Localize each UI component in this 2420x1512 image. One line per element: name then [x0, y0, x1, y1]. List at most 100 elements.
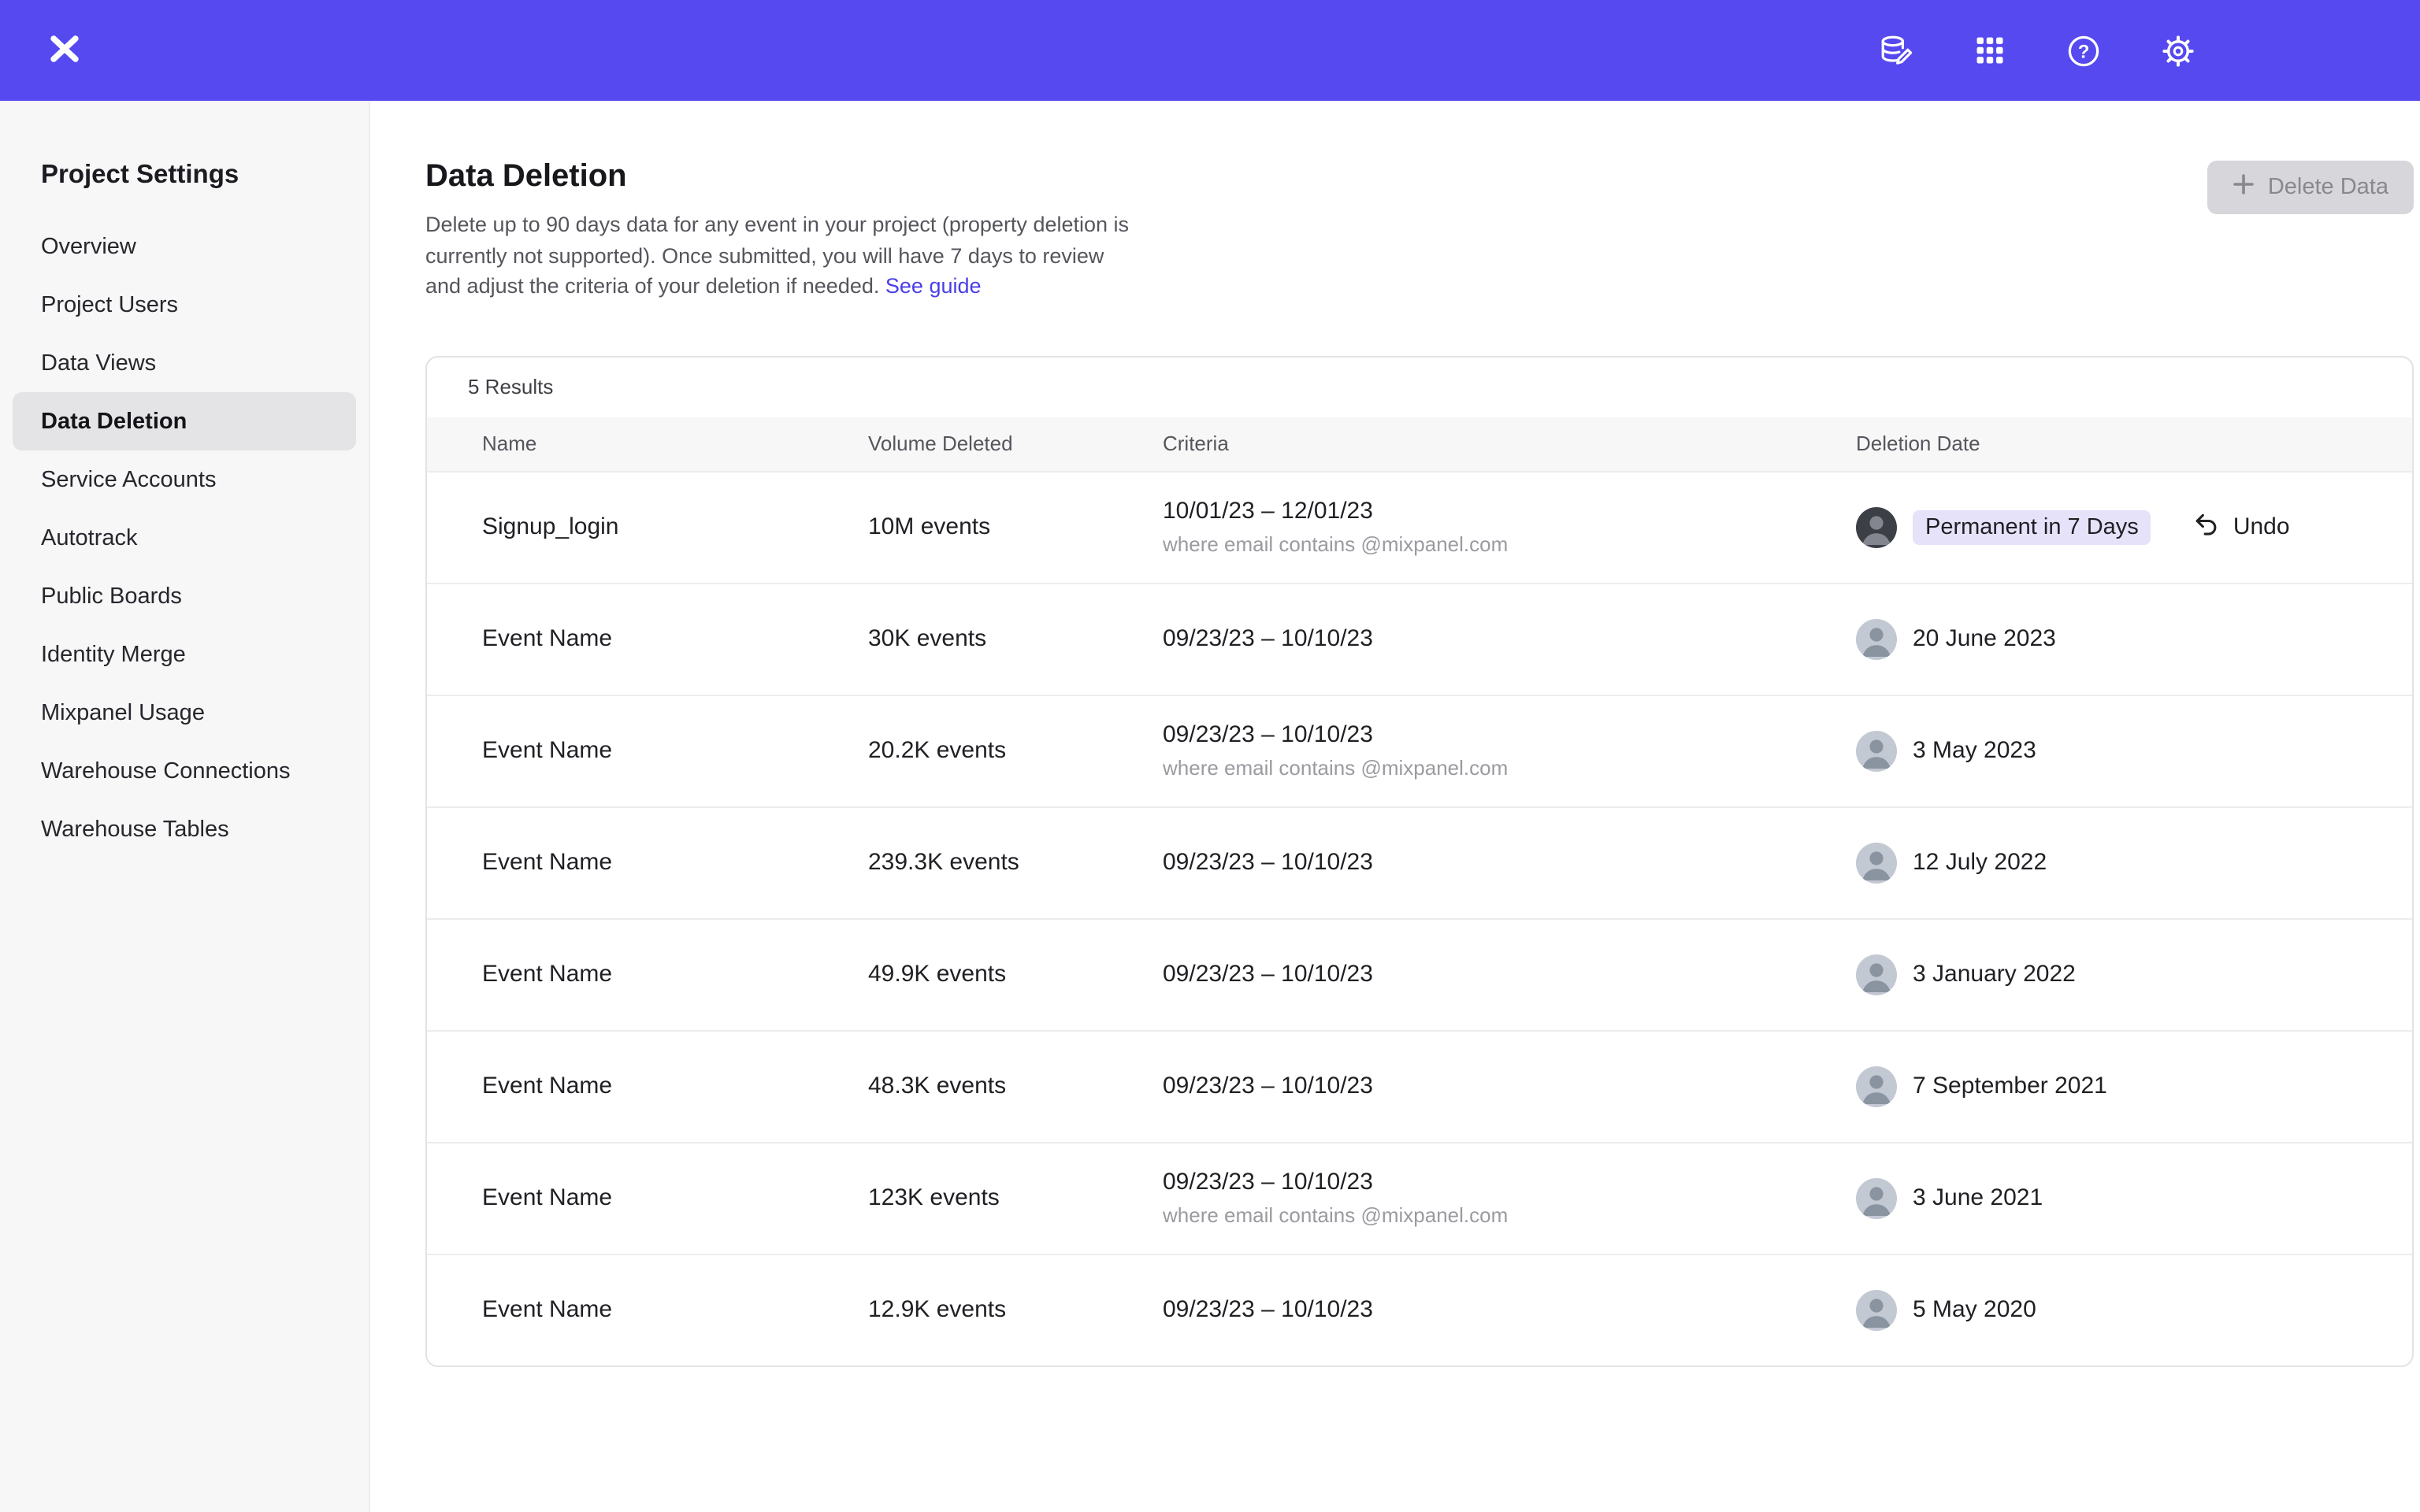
avatar	[1856, 1289, 1897, 1330]
row-criteria-filter: where email contains @mixpanel.com	[1163, 1203, 1856, 1227]
row-deletion-date: 20 June 2023	[1913, 625, 2056, 652]
delete-data-button-label: Delete Data	[2268, 175, 2388, 200]
row-deletion-date-cell: 7 September 2021	[1856, 1065, 2381, 1106]
row-criteria: 09/23/23 – 10/10/23	[1163, 961, 1856, 988]
row-deletion-date: 3 January 2022	[1913, 961, 2076, 988]
row-criteria-cell: 09/23/23 – 10/10/23	[1163, 625, 1856, 652]
row-volume: 239.3K events	[868, 849, 1163, 876]
sidebar-item-overview[interactable]: Overview	[0, 217, 369, 276]
sidebar-item-warehouse-tables[interactable]: Warehouse Tables	[0, 800, 369, 858]
row-criteria-cell: 09/23/23 – 10/10/23	[1163, 1073, 1856, 1099]
row-deletion-date-cell: 20 June 2023	[1856, 618, 2381, 659]
row-deletion-date: 3 June 2021	[1913, 1184, 2043, 1211]
row-name: Event Name	[482, 1073, 868, 1099]
plus-icon	[2233, 173, 2255, 202]
row-criteria-filter: where email contains @mixpanel.com	[1163, 532, 1856, 556]
apps-grid-icon[interactable]	[1973, 33, 2007, 68]
row-deletion-date-cell: Permanent in 7 Days Undo	[1856, 506, 2381, 547]
row-volume: 123K events	[868, 1184, 1163, 1211]
row-deletion-date: 7 September 2021	[1913, 1073, 2107, 1099]
row-deletion-date: 5 May 2020	[1913, 1296, 2036, 1323]
row-name: Event Name	[482, 849, 868, 876]
row-name: Event Name	[482, 625, 868, 652]
table-row: Event Name 239.3K events 09/23/23 – 10/1…	[427, 806, 2412, 917]
sidebar-item-project-users[interactable]: Project Users	[0, 276, 369, 334]
sidebar-item-autotrack[interactable]: Autotrack	[0, 509, 369, 567]
row-deletion-date: 3 May 2023	[1913, 737, 2036, 764]
row-deletion-date-cell: 12 July 2022	[1856, 842, 2381, 883]
table-row: Signup_login 10M events 10/01/23 – 12/01…	[427, 470, 2412, 582]
sidebar-item-service-accounts[interactable]: Service Accounts	[0, 450, 369, 509]
topbar-icons: ?	[1876, 32, 2196, 69]
page-title: Data Deletion	[425, 159, 1134, 195]
row-volume: 30K events	[868, 625, 1163, 652]
column-header-criteria: Criteria	[1163, 432, 1856, 455]
table-row: Event Name 49.9K events 09/23/23 – 10/10…	[427, 917, 2412, 1029]
row-criteria-cell: 09/23/23 – 10/10/23 where email contains…	[1163, 721, 1856, 780]
help-icon[interactable]: ?	[2066, 32, 2102, 69]
sidebar-item-data-views[interactable]: Data Views	[0, 334, 369, 392]
row-volume: 48.3K events	[868, 1073, 1163, 1099]
sidebar-item-public-boards[interactable]: Public Boards	[0, 567, 369, 625]
page-description: Delete up to 90 days data for any event …	[425, 209, 1134, 302]
see-guide-link[interactable]: See guide	[885, 274, 982, 298]
row-criteria: 09/23/23 – 10/10/23	[1163, 1073, 1856, 1099]
mixpanel-logo-icon	[44, 29, 85, 72]
row-name: Event Name	[482, 1184, 868, 1211]
row-criteria-cell: 09/23/23 – 10/10/23	[1163, 849, 1856, 876]
avatar	[1856, 842, 1897, 883]
row-deletion-date-cell: 3 January 2022	[1856, 954, 2381, 995]
column-header-name: Name	[482, 432, 868, 455]
row-deletion-date-cell: 5 May 2020	[1856, 1289, 2381, 1330]
row-criteria: 09/23/23 – 10/10/23	[1163, 1169, 1856, 1195]
svg-text:?: ?	[2078, 40, 2090, 61]
avatar	[1856, 954, 1897, 995]
row-criteria: 09/23/23 – 10/10/23	[1163, 849, 1856, 876]
table-row: Event Name 30K events 09/23/23 – 10/10/2…	[427, 582, 2412, 694]
delete-data-button[interactable]: Delete Data	[2208, 161, 2414, 214]
row-volume: 10M events	[868, 513, 1163, 540]
sidebar-nav: Overview Project Users Data Views Data D…	[0, 217, 369, 858]
row-deletion-date: 12 July 2022	[1913, 849, 2047, 876]
sidebar-title: Project Settings	[41, 161, 369, 191]
undo-button[interactable]: Undo	[2192, 510, 2290, 544]
row-criteria: 09/23/23 – 10/10/23	[1163, 625, 1856, 652]
row-criteria-cell: 09/23/23 – 10/10/23	[1163, 1296, 1856, 1323]
sidebar-item-data-deletion[interactable]: Data Deletion	[13, 392, 356, 450]
app-window: ?	[0, 0, 2420, 1512]
undo-label: Undo	[2233, 513, 2290, 540]
settings-icon[interactable]	[2160, 32, 2196, 69]
deletion-table-card: 5 Results Name Volume Deleted Criteria D…	[425, 355, 2414, 1366]
avatar	[1856, 1065, 1897, 1106]
row-deletion-date-cell: 3 May 2023	[1856, 730, 2381, 771]
deletion-status-badge: Permanent in 7 Days	[1913, 510, 2151, 544]
page-description-text: Delete up to 90 days data for any event …	[425, 213, 1129, 298]
row-criteria-filter: where email contains @mixpanel.com	[1163, 756, 1856, 780]
main-content: Data Deletion Delete up to 90 days data …	[370, 101, 2420, 1512]
undo-icon	[2192, 510, 2221, 544]
sidebar-item-identity-merge[interactable]: Identity Merge	[0, 625, 369, 684]
page-intro: Data Deletion Delete up to 90 days data …	[425, 159, 1134, 302]
table-header-row: Name Volume Deleted Criteria Deletion Da…	[427, 417, 2412, 470]
topbar: ?	[0, 0, 2420, 101]
table-row: Event Name 48.3K events 09/23/23 – 10/10…	[427, 1029, 2412, 1141]
avatar	[1856, 1177, 1897, 1218]
results-count: 5 Results	[427, 357, 2412, 417]
avatar	[1856, 730, 1897, 771]
avatar	[1856, 618, 1897, 659]
row-criteria-cell: 09/23/23 – 10/10/23 where email contains…	[1163, 1169, 1856, 1227]
column-header-volume: Volume Deleted	[868, 432, 1163, 455]
mixpanel-logo[interactable]	[44, 29, 85, 72]
row-deletion-date-cell: 3 June 2021	[1856, 1177, 2381, 1218]
row-volume: 49.9K events	[868, 961, 1163, 988]
row-volume: 12.9K events	[868, 1296, 1163, 1323]
sidebar-item-mixpanel-usage[interactable]: Mixpanel Usage	[0, 684, 369, 742]
row-volume: 20.2K events	[868, 737, 1163, 764]
sidebar: Project Settings Overview Project Users …	[0, 101, 370, 1512]
column-header-deletion-date: Deletion Date	[1856, 432, 2381, 455]
data-management-icon[interactable]	[1876, 32, 1914, 69]
row-name: Event Name	[482, 961, 868, 988]
sidebar-item-warehouse-connections[interactable]: Warehouse Connections	[0, 742, 369, 800]
row-name: Event Name	[482, 737, 868, 764]
table-row: Event Name 12.9K events 09/23/23 – 10/10…	[427, 1253, 2412, 1365]
